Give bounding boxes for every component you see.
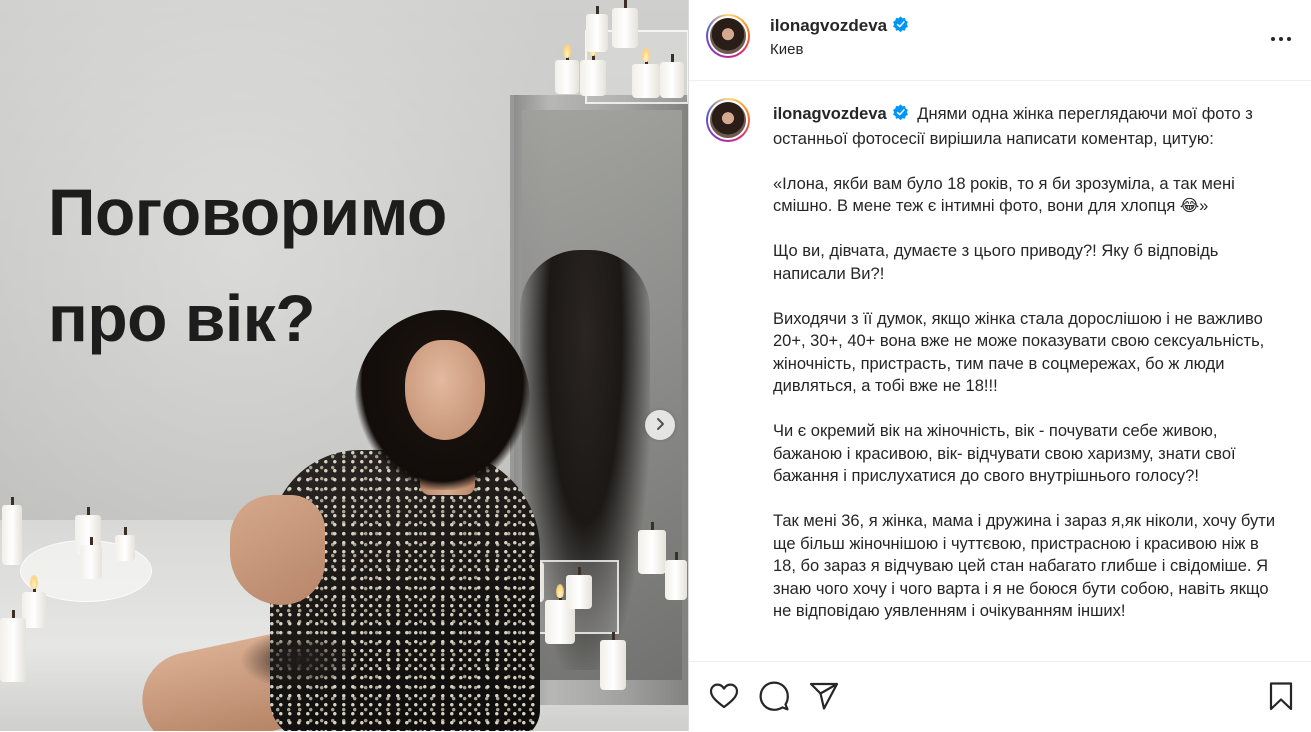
candle (600, 632, 626, 690)
more-horizontal-icon (1264, 37, 1298, 57)
post-location[interactable]: Киев (770, 41, 803, 58)
candle (0, 610, 26, 682)
header-username-text: ilonagvozdeva (770, 16, 888, 35)
send-icon (807, 682, 841, 716)
post-details-panel: ilonagvozdeva Киев ilonagvozdeva Днями о… (688, 0, 1311, 731)
caption-scroll-area[interactable]: ilonagvozdeva Днями одна жінка перегляда… (689, 81, 1311, 661)
chevron-right-icon (653, 417, 667, 434)
candle (612, 0, 638, 48)
avatar-image (708, 100, 748, 140)
woman-arm (230, 495, 325, 605)
caption-username-text: ilonagvozdeva (773, 105, 887, 123)
avatar[interactable] (706, 14, 750, 58)
verified-badge-icon (892, 104, 909, 128)
header-username[interactable]: ilonagvozdeva (770, 16, 909, 38)
save-button[interactable] (1264, 679, 1298, 713)
caption-paragraph: Так мені 36, я жінка, мама і дружина і з… (773, 512, 1276, 620)
candle (586, 6, 608, 52)
candle-flame (642, 48, 650, 62)
post-header: ilonagvozdeva Киев (689, 0, 1311, 81)
more-options-button[interactable] (1264, 24, 1298, 54)
like-button[interactable] (707, 679, 741, 713)
caption-paragraph: Чи є окремий вік на жіночність, вік - по… (773, 422, 1236, 485)
candle (555, 52, 579, 94)
caption-avatar[interactable] (706, 98, 750, 142)
action-bar (689, 661, 1311, 732)
heart-icon (707, 683, 741, 716)
next-media-button[interactable] (645, 410, 675, 440)
caption-username[interactable]: ilonagvozdeva (773, 104, 909, 123)
verified-badge-icon (892, 16, 909, 38)
candle (638, 522, 666, 574)
candle (632, 56, 660, 98)
candle-flame (563, 44, 571, 58)
candle (660, 54, 684, 98)
comment-button[interactable] (757, 679, 791, 713)
media-overlay-text: Поговоримо про вік? (48, 175, 447, 355)
candle-flame (30, 575, 38, 589)
post-caption: ilonagvozdeva Днями одна жінка перегляда… (773, 103, 1283, 645)
candle (665, 552, 687, 600)
caption-paragraph: ilonagvozdeva Днями одна жінка перегляда… (773, 103, 1283, 150)
candle (2, 497, 22, 565)
caption-paragraph: Виходячи з її думок, якщо жінка стала до… (773, 309, 1265, 396)
share-button[interactable] (807, 679, 841, 713)
feather-trim (240, 630, 360, 690)
candle (580, 52, 606, 96)
bookmark-icon (1264, 682, 1298, 716)
avatar-image (708, 16, 748, 56)
caption-paragraph: Що ви, дівчата, думаєте з цього приводу?… (773, 242, 1219, 283)
caption-paragraph: «Ілона, якби вам було 18 років, то я би … (773, 174, 1235, 216)
candle (80, 537, 102, 579)
post-media[interactable]: Поговоримо про вік? (0, 0, 688, 731)
comment-icon (757, 681, 791, 716)
